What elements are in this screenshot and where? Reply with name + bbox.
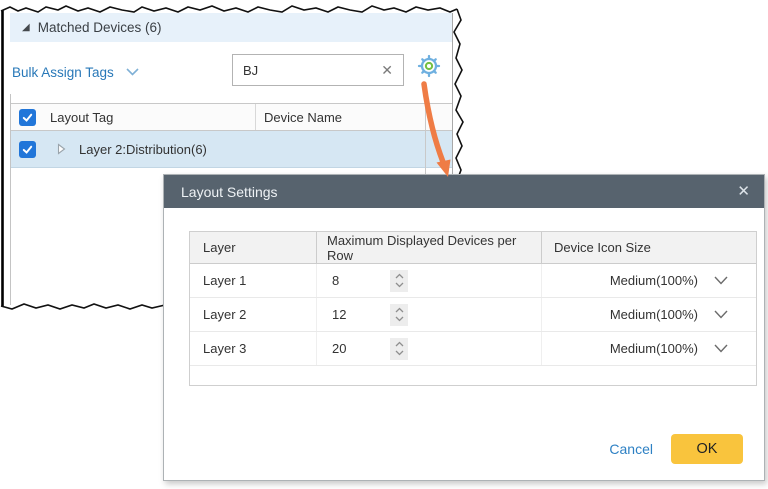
check-icon [21, 143, 34, 156]
bulk-assign-tags-label: Bulk Assign Tags [12, 65, 114, 80]
quantity-stepper[interactable] [390, 338, 408, 360]
layer-name: Layer 2 [190, 298, 317, 331]
matched-devices-header[interactable]: ◢ Matched Devices (6) [10, 13, 452, 42]
bulk-assign-tags-button[interactable]: Bulk Assign Tags [12, 58, 139, 86]
column-header-layout-tag: Layout Tag [45, 110, 255, 125]
check-icon [21, 111, 34, 124]
layer-name: Layer 1 [190, 264, 317, 297]
table-row-layer1: Layer 1 8 Medium(100%) [190, 264, 756, 298]
column-header-icon-size: Device Icon Size [542, 232, 756, 263]
layout-settings-table: Layer Maximum Displayed Devices per Row … [189, 231, 757, 386]
column-header-max-devices: Maximum Displayed Devices per Row [317, 232, 542, 263]
ok-button[interactable]: OK [671, 434, 743, 464]
device-table-row-layer2[interactable]: Layer 2:Distribution(6) [10, 131, 452, 168]
cancel-button[interactable]: Cancel [609, 441, 653, 457]
dialog-footer: Cancel OK [609, 434, 743, 464]
layer-name: Layer 3 [190, 332, 317, 365]
clear-search-icon[interactable]: ✕ [371, 62, 403, 79]
stepper-down-icon [395, 282, 404, 288]
device-search-input[interactable]: BJ ✕ [232, 54, 404, 86]
stepper-down-icon [395, 350, 404, 356]
quantity-stepper[interactable] [390, 270, 408, 292]
layout-settings-dialog: Layout Settings ✕ Layer Maximum Displaye… [163, 174, 765, 481]
chevron-down-icon [714, 276, 728, 285]
column-header-layer: Layer [190, 232, 317, 263]
stepper-up-icon [395, 273, 404, 279]
row-checkbox[interactable] [19, 141, 36, 158]
icon-size-select[interactable]: Medium(100%) [610, 307, 728, 322]
stepper-up-icon [395, 307, 404, 313]
stepper-up-icon [395, 341, 404, 347]
table-row-layer2: Layer 2 12 Medium(100%) [190, 298, 756, 332]
device-table-header: Layout Tag Device Name [10, 103, 452, 131]
icon-size-select[interactable]: Medium(100%) [610, 341, 728, 356]
settings-table-header: Layer Maximum Displayed Devices per Row … [190, 232, 756, 264]
max-devices-value[interactable]: 20 [332, 341, 390, 356]
chevron-down-icon [714, 310, 728, 319]
table-row-layer3: Layer 3 20 Medium(100%) [190, 332, 756, 366]
collapse-triangle-icon: ◢ [22, 23, 30, 33]
icon-size-value: Medium(100%) [610, 341, 698, 356]
max-devices-value[interactable]: 12 [332, 307, 390, 322]
icon-size-select[interactable]: Medium(100%) [610, 273, 728, 288]
row-label: Layer 2:Distribution(6) [79, 142, 207, 157]
chevron-down-icon [126, 68, 139, 76]
close-icon[interactable]: ✕ [737, 184, 750, 199]
dialog-title: Layout Settings [181, 184, 737, 200]
gear-icon [417, 54, 441, 78]
max-devices-value[interactable]: 8 [332, 273, 390, 288]
icon-size-value: Medium(100%) [610, 273, 698, 288]
screenshot-canvas: ◢ Matched Devices (6) Bulk Assign Tags B… [0, 0, 768, 489]
select-all-checkbox[interactable] [19, 109, 36, 126]
quantity-stepper[interactable] [390, 304, 408, 326]
chevron-down-icon [714, 344, 728, 353]
search-value[interactable]: BJ [233, 63, 371, 78]
stepper-down-icon [395, 316, 404, 322]
dialog-header: Layout Settings ✕ [164, 175, 764, 208]
layout-settings-gear-button[interactable] [417, 54, 441, 78]
panel-title: Matched Devices (6) [38, 20, 162, 35]
icon-size-value: Medium(100%) [610, 307, 698, 322]
expand-row-icon[interactable] [57, 143, 66, 155]
column-header-device-name: Device Name [255, 104, 425, 130]
